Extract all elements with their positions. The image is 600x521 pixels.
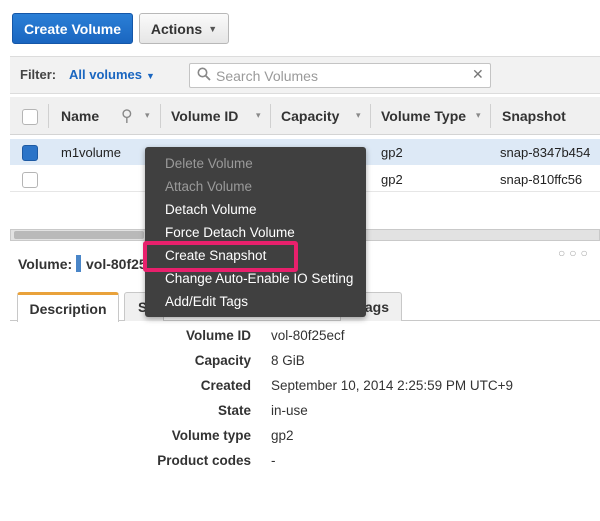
- scrollbar-thumb[interactable]: [14, 231, 144, 239]
- menu-item-detach-volume[interactable]: Detach Volume: [165, 202, 257, 217]
- filter-funnel-icon[interactable]: ⚲: [121, 106, 133, 126]
- sort-icon[interactable]: ▾: [256, 110, 261, 121]
- field-value-capacity: 8 GiB: [271, 353, 305, 368]
- select-all-checkbox[interactable]: [22, 109, 38, 125]
- chevron-down-icon: ▼: [145, 71, 155, 81]
- pane-resize-handle-icon[interactable]: ○○○: [558, 246, 592, 260]
- menu-item-attach-volume[interactable]: Attach Volume: [165, 179, 252, 194]
- search-icon: [197, 67, 211, 81]
- column-header-volume-type[interactable]: Volume Type: [381, 108, 466, 124]
- volume-indicator: [76, 255, 81, 272]
- row-snapshot: snap-810ffc56: [500, 172, 583, 187]
- column-divider: [270, 104, 271, 128]
- filter-dropdown[interactable]: All volumes ▼: [69, 67, 155, 82]
- field-label-capacity: Capacity: [194, 353, 251, 368]
- column-header-volume-id[interactable]: Volume ID: [171, 108, 238, 124]
- sort-icon[interactable]: ▾: [356, 110, 361, 121]
- column-header-name[interactable]: Name: [61, 108, 99, 124]
- create-snapshot-highlight: [143, 241, 298, 272]
- tab-label: Description: [29, 300, 107, 317]
- field-value-created: September 10, 2014 2:25:59 PM UTC+9: [271, 378, 514, 393]
- menu-item-force-detach-volume[interactable]: Force Detach Volume: [165, 225, 295, 240]
- row-checkbox[interactable]: [22, 145, 38, 161]
- actions-button[interactable]: Actions ▼: [139, 13, 229, 44]
- menu-item-change-auto-enable-io[interactable]: Change Auto-Enable IO Setting: [165, 271, 353, 286]
- field-value-state: in-use: [271, 403, 308, 418]
- column-header-capacity[interactable]: Capacity: [281, 108, 339, 124]
- sort-icon[interactable]: ▾: [476, 110, 481, 121]
- clear-search-icon[interactable]: ✕: [472, 66, 484, 83]
- column-divider: [160, 104, 161, 128]
- field-label-volume-id: Volume ID: [185, 328, 251, 343]
- filter-selected-value: All volumes: [69, 67, 142, 82]
- field-value-volume-id: vol-80f25ecf: [271, 328, 345, 343]
- field-label-state: State: [217, 403, 251, 418]
- row-name: m1volume: [61, 145, 121, 160]
- field-label-product-codes: Product codes: [157, 453, 251, 468]
- volume-label: Volume:: [18, 256, 73, 272]
- tab-label: ags: [364, 299, 389, 315]
- column-divider: [48, 104, 49, 128]
- sort-icon[interactable]: ▾: [145, 110, 150, 121]
- column-header-snapshot[interactable]: Snapshot: [502, 108, 566, 124]
- column-divider: [490, 104, 491, 128]
- menu-item-add-edit-tags[interactable]: Add/Edit Tags: [165, 294, 248, 309]
- menu-item-delete-volume[interactable]: Delete Volume: [165, 156, 253, 171]
- filter-label: Filter:: [20, 67, 57, 82]
- row-checkbox[interactable]: [22, 172, 38, 188]
- chevron-down-icon: ▼: [208, 23, 218, 34]
- row-snapshot: snap-8347b454: [500, 145, 591, 160]
- row-volume-type: gp2: [381, 145, 403, 160]
- create-volume-label: Create Volume: [24, 20, 121, 37]
- column-divider: [370, 104, 371, 128]
- tab-description[interactable]: Description: [17, 292, 119, 322]
- field-label-created: Created: [200, 378, 251, 393]
- field-value-volume-type: gp2: [271, 428, 294, 443]
- actions-label: Actions: [150, 20, 203, 37]
- field-value-product-codes: -: [271, 453, 276, 468]
- row-volume-type: gp2: [381, 172, 403, 187]
- volume-id-heading: vol-80f25: [86, 256, 147, 272]
- field-label-volume-type: Volume type: [171, 428, 251, 443]
- search-placeholder: Search Volumes: [216, 68, 318, 84]
- create-volume-button[interactable]: Create Volume: [12, 13, 133, 44]
